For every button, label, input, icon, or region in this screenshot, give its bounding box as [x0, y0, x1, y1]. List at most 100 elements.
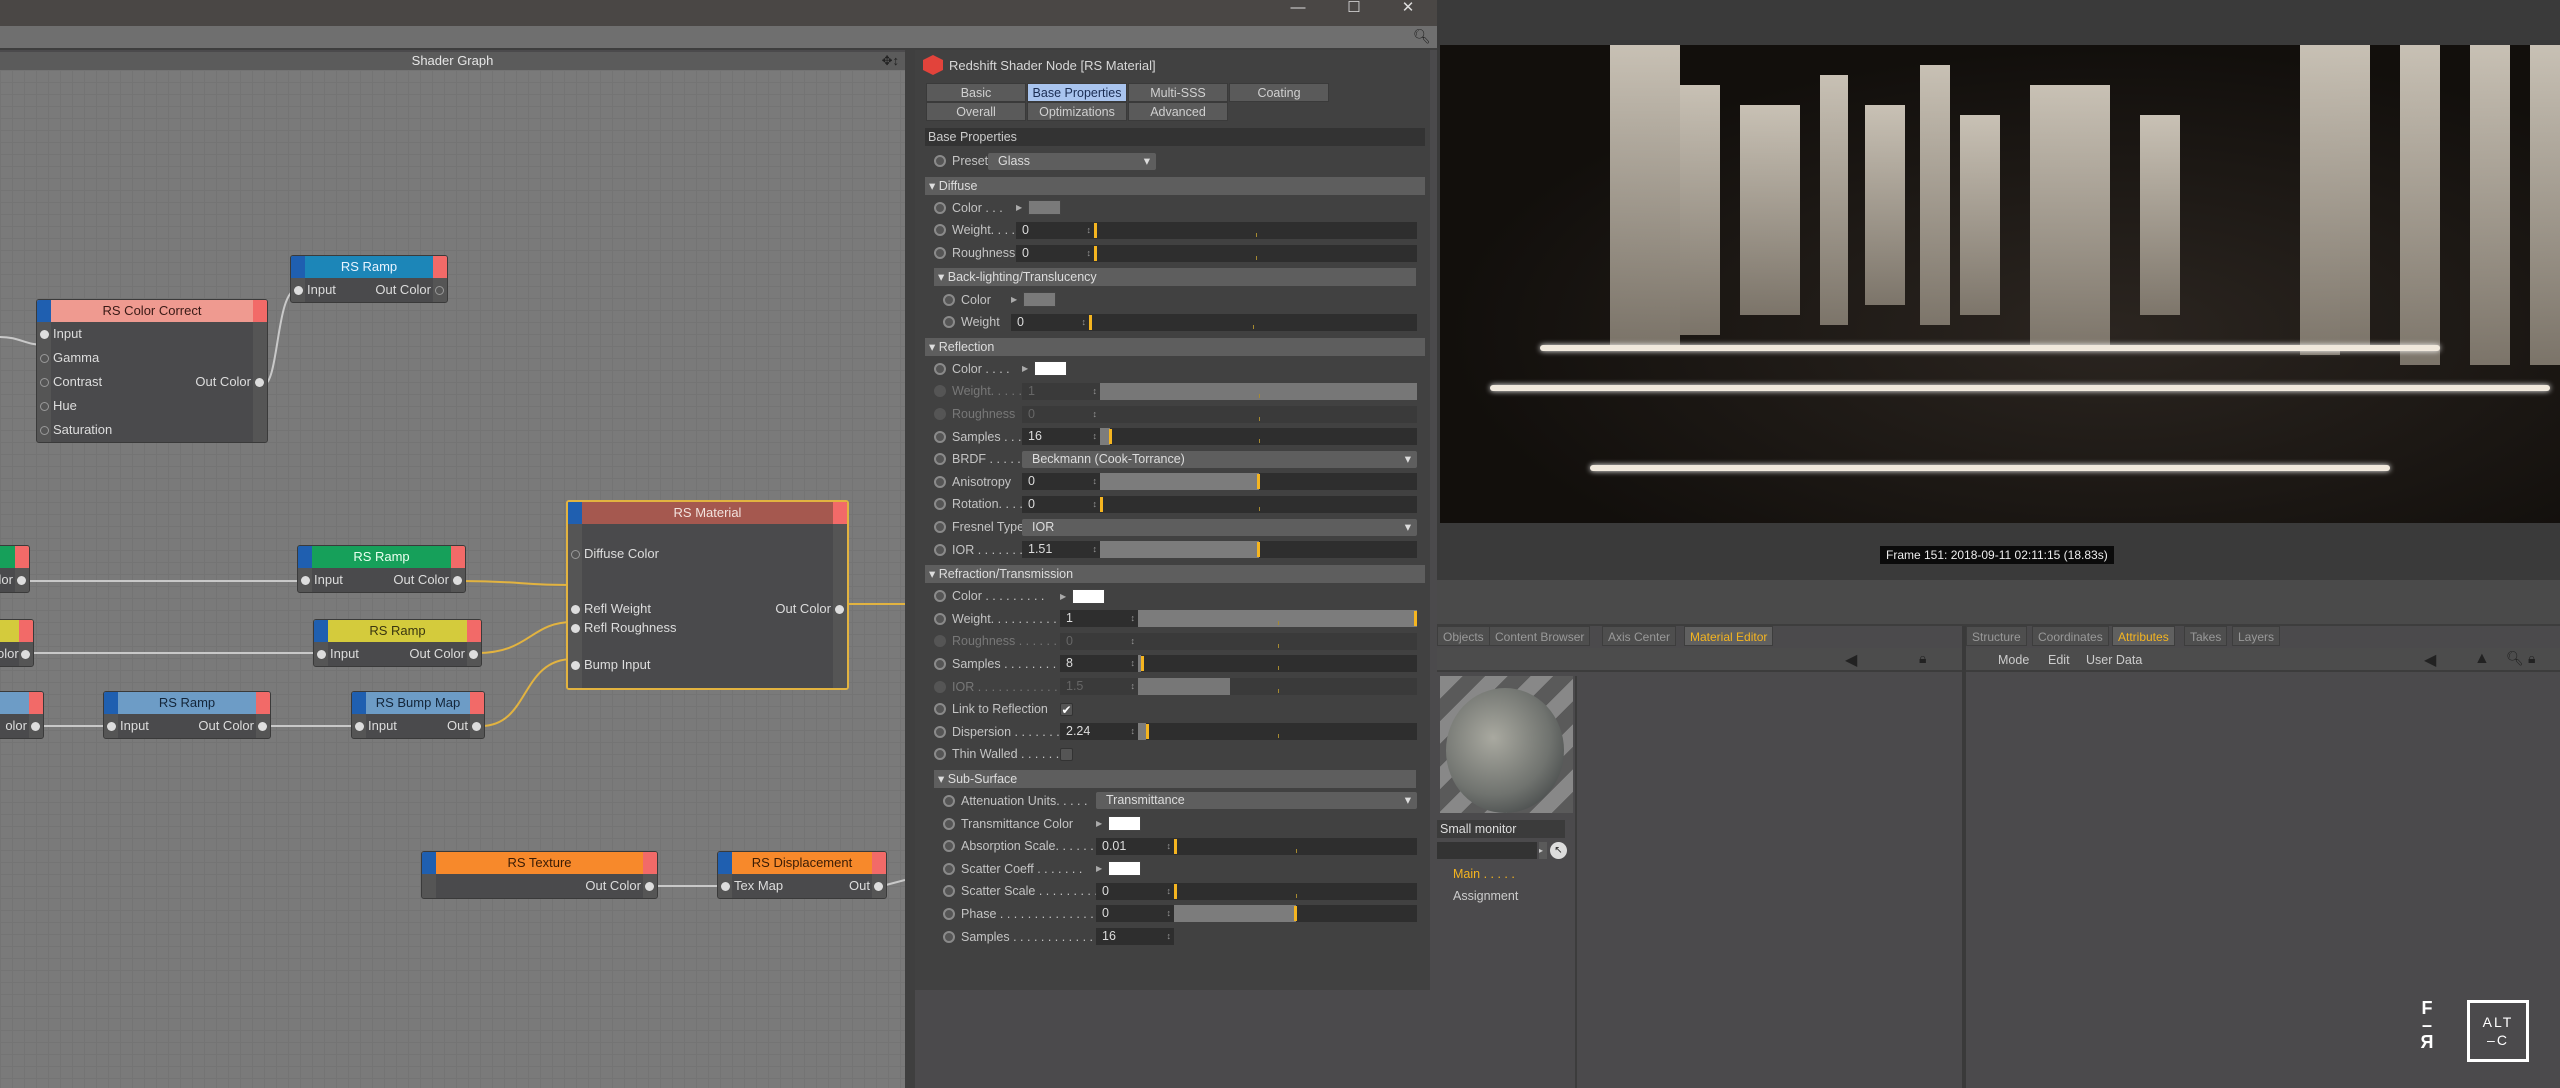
value-slider[interactable] [1100, 405, 1417, 423]
slider-thumb[interactable] [1140, 656, 1144, 672]
output-port[interactable] [255, 378, 264, 387]
value-field[interactable]: 0.01 [1096, 837, 1174, 855]
output-port[interactable] [258, 722, 267, 731]
value-field[interactable]: 0 [1096, 905, 1174, 923]
panel-divider[interactable] [1962, 626, 1966, 1088]
output-port[interactable] [435, 286, 444, 295]
tab-basic[interactable]: Basic [926, 83, 1026, 102]
color-swatch[interactable] [1028, 200, 1061, 216]
node-partial-yellow[interactable]: olor [0, 619, 34, 667]
value-field[interactable]: 8 [1060, 655, 1138, 673]
input-port[interactable] [317, 650, 326, 659]
slider-thumb[interactable] [1257, 474, 1260, 490]
animate-radio[interactable] [934, 657, 946, 670]
value-slider[interactable] [1174, 837, 1417, 855]
slider-thumb[interactable] [1294, 906, 1297, 922]
menu-edit[interactable]: Edit [2048, 653, 2070, 667]
animate-radio[interactable] [934, 408, 946, 421]
input-port[interactable] [40, 354, 49, 363]
search-icon[interactable]: 🔍︎ [1413, 28, 1431, 45]
output-port[interactable] [645, 882, 654, 891]
tab-overall[interactable]: Overall [926, 102, 1026, 121]
value-slider[interactable] [1100, 382, 1417, 400]
collapse-arrow-icon[interactable]: ▾ [938, 270, 948, 284]
color-swatch[interactable] [1108, 861, 1141, 877]
animate-radio[interactable] [934, 247, 946, 260]
animate-radio[interactable] [934, 612, 946, 625]
back-arrow-icon[interactable]: ◀ [1845, 650, 1857, 670]
value-slider[interactable] [1094, 221, 1417, 239]
back-arrow-icon[interactable]: ◀ [2424, 650, 2436, 670]
input-port[interactable] [40, 330, 49, 339]
animate-radio[interactable] [934, 725, 946, 738]
input-port[interactable] [294, 286, 303, 295]
section-header[interactable]: ▾ Sub-Surface [934, 769, 1416, 788]
input-port[interactable] [721, 882, 730, 891]
value-slider[interactable] [1138, 632, 1417, 650]
value-field[interactable]: 0 [1096, 882, 1174, 900]
node-material[interactable]: RS Material Diffuse Color Refl Weight Out C… [566, 500, 849, 690]
value-field[interactable]: 1.5 [1060, 678, 1138, 696]
menu-user-data[interactable]: User Data [2086, 653, 2142, 667]
animate-radio[interactable] [934, 543, 946, 556]
expand-arrow-icon[interactable]: ▸ [1539, 842, 1547, 859]
slider-thumb[interactable] [1414, 611, 1417, 627]
tab-layers[interactable]: Layers [2232, 626, 2281, 646]
animate-radio[interactable] [943, 862, 955, 875]
move-icon[interactable]: ✥↕ [882, 52, 899, 70]
value-field[interactable]: 0 [1022, 405, 1100, 423]
value-slider[interactable] [1094, 244, 1417, 262]
input-port[interactable] [571, 550, 580, 559]
animate-radio[interactable] [943, 794, 955, 807]
tab-axis-center[interactable]: Axis Center [1602, 626, 1677, 646]
input-port[interactable] [40, 426, 49, 435]
value-field[interactable]: 0 [1016, 221, 1094, 239]
slider-thumb[interactable] [1100, 496, 1103, 512]
section-header[interactable]: ▾ Diffuse [925, 176, 1425, 195]
slider-thumb[interactable] [1174, 838, 1177, 854]
link-main[interactable]: Main . . . . . [1453, 867, 1515, 881]
tab-optimizations[interactable]: Optimizations [1027, 102, 1127, 121]
expand-arrow-icon[interactable]: ▶ [1060, 592, 1068, 601]
color-swatch[interactable] [1023, 292, 1056, 308]
animate-radio[interactable] [934, 224, 946, 237]
input-port[interactable] [301, 576, 310, 585]
output-port[interactable] [31, 722, 40, 731]
collapse-arrow-icon[interactable]: ▾ [938, 772, 948, 786]
preset-dropdown[interactable]: Glass [988, 152, 1156, 170]
value-field[interactable]: 0 [1022, 473, 1100, 491]
expand-arrow-icon[interactable]: ▶ [1016, 203, 1024, 212]
node-partial-blue[interactable]: olor [0, 691, 44, 739]
value-field[interactable]: 0 [1016, 244, 1094, 262]
input-port[interactable] [40, 378, 49, 387]
tab-coordinates[interactable]: Coordinates [2032, 626, 2109, 646]
tab-multi-sss[interactable]: Multi-SSS [1128, 83, 1228, 102]
animate-radio[interactable] [934, 155, 946, 168]
animate-radio[interactable] [934, 453, 946, 466]
color-swatch[interactable] [1108, 816, 1141, 832]
minimize-button[interactable]: — [1278, 0, 1318, 18]
animate-radio[interactable] [943, 907, 955, 920]
animate-radio[interactable] [943, 817, 955, 830]
slider-thumb[interactable] [1094, 222, 1097, 238]
collapse-arrow-icon[interactable]: ▾ [929, 340, 939, 354]
animate-radio[interactable] [943, 930, 955, 943]
collapse-arrow-icon[interactable]: ▾ [929, 567, 939, 581]
tab-coating[interactable]: Coating [1229, 83, 1329, 102]
expand-arrow-icon[interactable]: ▶ [1096, 819, 1104, 828]
animate-radio[interactable] [934, 680, 946, 693]
value-slider[interactable] [1138, 678, 1417, 696]
slider-thumb[interactable] [1174, 883, 1177, 899]
value-field[interactable]: 16 [1096, 928, 1174, 946]
lock-icon[interactable]: 🔒︎ [2528, 650, 2535, 667]
animate-radio[interactable] [934, 590, 946, 603]
value-slider[interactable] [1100, 428, 1417, 446]
checkbox[interactable]: ✔ [1060, 702, 1073, 716]
animate-radio[interactable] [943, 840, 955, 853]
animate-radio[interactable] [934, 635, 946, 648]
tab-takes[interactable]: Takes [2184, 626, 2228, 646]
slider-thumb[interactable] [1109, 429, 1113, 445]
value-field[interactable]: 0 [1011, 313, 1089, 331]
tab-base-properties[interactable]: Base Properties [1027, 83, 1127, 102]
material-preview[interactable] [1440, 676, 1573, 813]
